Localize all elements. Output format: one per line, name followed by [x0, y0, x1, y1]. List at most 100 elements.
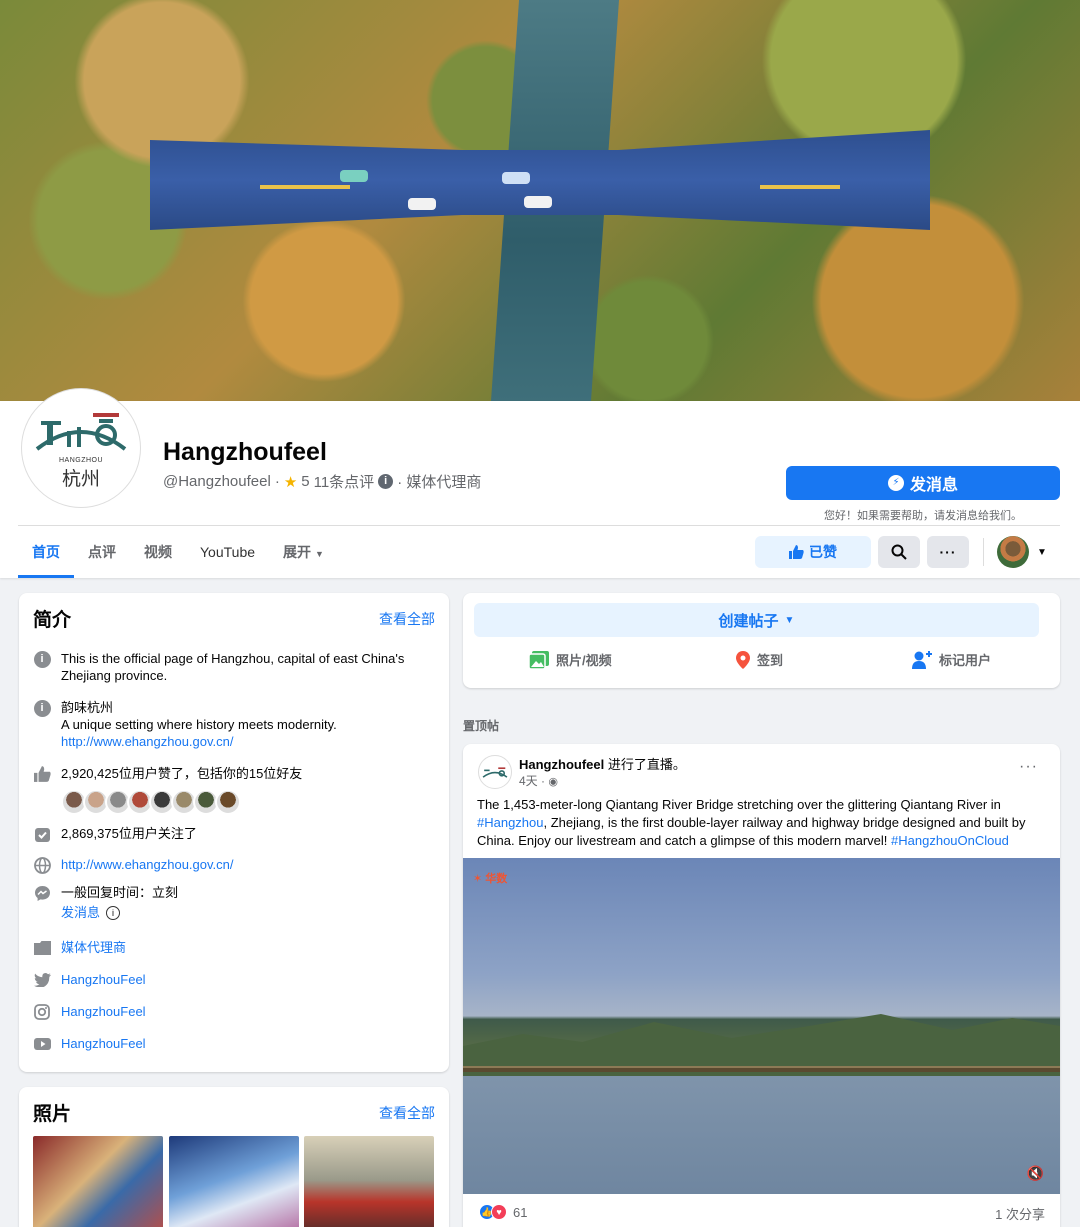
- watermark-text: 华数: [485, 873, 508, 885]
- search-icon: [891, 544, 907, 560]
- intro-title: 简介: [33, 610, 72, 631]
- separator: ·: [274, 473, 280, 490]
- pinned-posts-heading: 置顶帖: [463, 719, 500, 733]
- star-icon: ★: [283, 473, 298, 491]
- info-icon[interactable]: i: [106, 905, 121, 920]
- tab-videos[interactable]: 视频: [130, 530, 186, 578]
- intro-see-all-link[interactable]: 查看全部: [379, 609, 435, 629]
- about-text: A unique setting where history meets mod…: [61, 717, 337, 732]
- hashtag-link[interactable]: #Hangzhou: [477, 815, 544, 830]
- globe-icon: ◉: [548, 776, 558, 788]
- cover-car: [408, 198, 436, 210]
- intro-category-row: 媒体代理商: [33, 939, 433, 957]
- review-count-link[interactable]: 11条点评: [314, 471, 375, 492]
- post-time-text: 4天 ·: [519, 774, 546, 788]
- twitter-icon: [33, 973, 51, 987]
- video-water: [463, 1076, 1060, 1194]
- create-post-button[interactable]: 创建帖子 ▼: [474, 603, 1039, 637]
- share-count[interactable]: 1 次分享: [995, 1204, 1045, 1223]
- post-action: 进行了直播。: [604, 757, 686, 772]
- instagram-link[interactable]: HangzhouFeel: [61, 1003, 146, 1021]
- cover-photo[interactable]: [0, 0, 1080, 401]
- intro-followers-row: 2,869,375位用户关注了: [33, 825, 433, 843]
- friend-avatar[interactable]: [215, 789, 241, 815]
- photos-title: 照片: [33, 1104, 72, 1125]
- cover-lane-marking: [260, 185, 350, 189]
- search-button[interactable]: [878, 536, 920, 568]
- broadcaster-watermark: ✶ 华数: [473, 873, 508, 885]
- send-message-link[interactable]: 发消息: [61, 904, 100, 921]
- tab-more[interactable]: 展开 ▼: [269, 530, 338, 578]
- response-time: 一般回复时间：立刻: [61, 885, 179, 900]
- intro-website-row: http://www.ehangzhou.gov.cn/: [33, 856, 433, 874]
- photo-thumbnail[interactable]: [169, 1136, 299, 1227]
- send-message-button[interactable]: ⚡ 发消息: [786, 466, 1060, 500]
- liked-button[interactable]: 已赞: [755, 536, 871, 568]
- category-link[interactable]: 媒体代理商: [61, 939, 126, 957]
- post-more-icon[interactable]: ···: [1019, 758, 1038, 776]
- tab-youtube[interactable]: YouTube: [186, 530, 269, 578]
- youtube-icon: [33, 1038, 51, 1050]
- photo-icon: [529, 650, 549, 669]
- check-in-button[interactable]: 签到: [736, 650, 783, 669]
- tab-label: YouTube: [200, 544, 256, 560]
- tab-label: 展开: [283, 544, 312, 560]
- cover-car: [502, 172, 530, 184]
- intro-description: This is the official page of Hangzhou, c…: [61, 651, 405, 683]
- post-author-avatar[interactable]: [478, 755, 512, 789]
- reaction-count: 61: [513, 1204, 528, 1220]
- followers-count: 2,869,375位用户关注了: [61, 826, 197, 841]
- youtube-link[interactable]: HangzhouFeel: [61, 1035, 146, 1053]
- intro-instagram-row: HangzhouFeel: [33, 1003, 433, 1021]
- tab-reviews[interactable]: 点评: [74, 530, 130, 578]
- intro-response-row: 一般回复时间：立刻 发消息 i: [33, 884, 433, 921]
- liked-label: 已赞: [809, 544, 837, 560]
- instagram-icon: [34, 1004, 50, 1020]
- toolbar-divider: [983, 538, 984, 566]
- send-message-label: 发消息: [909, 477, 958, 494]
- caret-down-icon: ▼: [784, 614, 795, 626]
- tab-home[interactable]: 首页: [18, 530, 74, 578]
- friend-avatars: [61, 789, 241, 815]
- hashtag-link[interactable]: #HangzhouOnCloud: [891, 833, 1009, 848]
- post-text: The 1,453-meter-long Qiantang River Brid…: [477, 796, 1047, 850]
- mute-icon[interactable]: 🔇: [1027, 1165, 1044, 1182]
- post-header: Hangzhoufeel 进行了直播。: [519, 754, 686, 773]
- page-avatar[interactable]: HANGZHOU 杭州: [22, 389, 140, 507]
- hangzhou-logo-icon: [35, 413, 127, 451]
- post-timestamp[interactable]: 4天 · ◉: [519, 772, 558, 789]
- website-link[interactable]: http://www.ehangzhou.gov.cn/: [61, 856, 233, 874]
- likes-count: 2,920,425位用户赞了，包括你的15位好友: [61, 766, 303, 781]
- tab-label: 点评: [88, 544, 116, 560]
- info-icon[interactable]: i: [378, 474, 394, 489]
- account-switcher[interactable]: ▼: [997, 536, 1049, 568]
- cover-car: [340, 170, 368, 182]
- photo-thumbnail[interactable]: [304, 1136, 434, 1227]
- post-author-link[interactable]: Hangzhoufeel: [519, 757, 604, 772]
- followers-icon: [34, 827, 50, 842]
- about-link[interactable]: http://www.ehangzhou.gov.cn/: [61, 733, 337, 750]
- post-video[interactable]: ✶ 华数 🔇: [463, 858, 1060, 1194]
- pinned-post: Hangzhoufeel 进行了直播。 4天 · ◉ ··· The 1,453…: [463, 744, 1060, 1227]
- photos-see-all-link[interactable]: 查看全部: [379, 1103, 435, 1123]
- info-icon: i: [33, 699, 51, 717]
- photos-card: 照片 查看全部: [19, 1087, 449, 1227]
- tag-people-button[interactable]: 标记用户: [912, 650, 991, 669]
- logo-chinese-text: 杭州: [61, 468, 100, 490]
- intro-about-row: i 韵味杭州 A unique setting where history me…: [33, 699, 433, 750]
- photo-thumbnail[interactable]: [33, 1136, 163, 1227]
- twitter-link[interactable]: HangzhouFeel: [61, 971, 146, 989]
- more-options-button[interactable]: ···: [927, 536, 969, 568]
- logo-english-text: HANGZHOU: [58, 457, 104, 464]
- check-in-label: 签到: [757, 653, 784, 668]
- intro-twitter-row: HangzhouFeel: [33, 971, 433, 989]
- thumbs-up-icon: [33, 766, 51, 782]
- tag-people-icon: [912, 650, 932, 669]
- more-icon: ···: [939, 544, 957, 560]
- caret-down-icon: ▼: [315, 549, 324, 559]
- photo-video-button[interactable]: 照片/视频: [529, 650, 612, 669]
- create-post-label: 创建帖子: [718, 612, 779, 630]
- tab-label: 视频: [144, 544, 172, 560]
- thumbs-up-icon: [789, 545, 804, 559]
- reaction-summary[interactable]: 👍 ♥ 61: [479, 1204, 527, 1220]
